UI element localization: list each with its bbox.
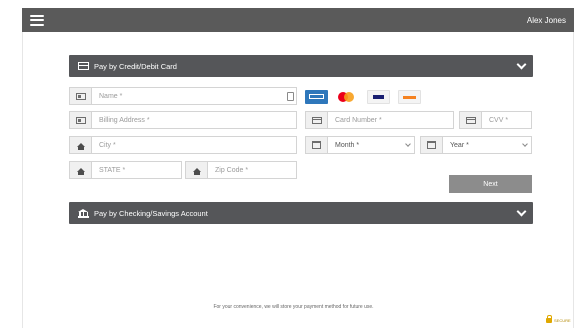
home-addon [186, 162, 208, 178]
card-addon [460, 112, 482, 128]
card-number-field[interactable]: Card Number * [305, 111, 454, 129]
calendar-addon [421, 137, 443, 153]
chevron-down-icon [522, 140, 528, 147]
credit-card-section-title: Pay by Credit/Debit Card [94, 61, 177, 71]
month-selected-value: Month * [335, 141, 360, 149]
id-card-icon [75, 92, 86, 100]
amex-logo-icon [305, 90, 328, 104]
zip-code-placeholder: Zip Code * [215, 166, 249, 174]
calendar-addon [306, 137, 328, 153]
year-caret [519, 137, 531, 153]
state-field[interactable]: STATE * [69, 161, 182, 179]
id-card-icon [75, 116, 86, 124]
billing-address-field[interactable]: Billing Address * [69, 111, 297, 129]
name-placeholder: Name * [99, 92, 123, 100]
month-caret [402, 137, 414, 153]
home-icon [192, 168, 201, 175]
contact-card-icon[interactable] [286, 91, 294, 101]
cvv-placeholder: CVV * [489, 116, 509, 124]
checking-account-section-header[interactable]: Pay by Checking/Savings Account [69, 202, 533, 224]
card-addon [306, 112, 328, 128]
home-icon [76, 143, 85, 150]
hamburger-menu-icon[interactable] [30, 14, 44, 26]
home-icon [76, 168, 85, 175]
footer-note: For your convenience, we will store your… [213, 304, 374, 310]
credit-card-icon [465, 116, 476, 124]
calendar-icon [427, 141, 436, 149]
mastercard-logo-icon [335, 90, 358, 104]
home-addon [70, 162, 92, 178]
name-field[interactable]: Name * [69, 87, 297, 105]
next-button[interactable]: Next [449, 175, 532, 193]
user-name[interactable]: Alex Jones [527, 16, 566, 25]
cvv-field[interactable]: CVV * [459, 111, 532, 129]
month-select[interactable]: Month * [305, 136, 415, 154]
bank-icon [78, 208, 89, 218]
year-select[interactable]: Year * [420, 136, 532, 154]
id-card-addon [70, 112, 92, 128]
credit-card-icon [311, 116, 322, 124]
state-placeholder: STATE * [99, 166, 126, 174]
year-selected-value: Year * [450, 141, 469, 149]
secure-badge: SECURE [546, 315, 571, 323]
billing-address-placeholder: Billing Address * [99, 116, 150, 124]
card-number-placeholder: Card Number * [335, 116, 382, 124]
zip-code-field[interactable]: Zip Code * [185, 161, 297, 179]
visa-logo-icon [367, 90, 390, 104]
lock-icon [546, 315, 552, 323]
calendar-icon [312, 141, 321, 149]
home-addon [70, 137, 92, 153]
credit-card-section-header[interactable]: Pay by Credit/Debit Card [69, 55, 533, 77]
checking-section-title: Pay by Checking/Savings Account [94, 208, 208, 218]
top-nav-bar: Alex Jones [22, 8, 574, 32]
discover-logo-icon [398, 90, 421, 104]
city-field[interactable]: City * [69, 136, 297, 154]
chevron-down-icon [405, 140, 411, 147]
secure-label: SECURE [554, 318, 571, 323]
credit-card-icon [78, 62, 89, 70]
chevron-down-icon[interactable] [516, 206, 527, 216]
city-placeholder: City * [99, 141, 116, 149]
contact-picker [284, 88, 296, 104]
chevron-down-icon[interactable] [516, 59, 527, 69]
id-card-addon [70, 88, 92, 104]
